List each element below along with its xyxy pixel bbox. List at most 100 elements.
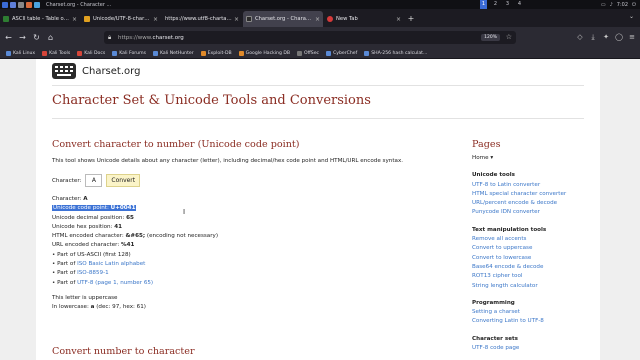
zoom-level-button[interactable]: 120% xyxy=(481,34,500,41)
close-tab-icon[interactable]: × xyxy=(396,16,401,23)
sidebar-link[interactable]: Remove all accents xyxy=(472,236,526,242)
os-panel: Charset.org - Character ... 1 2 3 4 ▭ ♪ … xyxy=(0,0,640,9)
bookmark-kali-tools[interactable]: Kali Tools xyxy=(42,50,71,56)
value: A xyxy=(83,196,88,202)
account-icon[interactable]: ◯ xyxy=(615,33,623,41)
url-bar[interactable]: 🔒︎ https://www. charset.org 120% ☆ xyxy=(104,31,516,44)
list-all-tabs-icon[interactable]: ⌄ xyxy=(629,13,634,20)
firefox-icon[interactable] xyxy=(26,1,32,8)
bookmark-kali-nethunter[interactable]: Kali NetHunter xyxy=(152,50,194,56)
tab-ascii-table[interactable]: ASCII table - Table of AS × xyxy=(0,11,80,27)
result-decimal: Unicode decimal position: 65 xyxy=(52,214,452,223)
back-icon[interactable]: ← xyxy=(4,33,13,42)
sidebar-link[interactable]: Punycode IDN converter xyxy=(472,209,540,215)
bookmark-kali-linux[interactable]: Kali Linux xyxy=(6,50,36,56)
workspace-3[interactable]: 3 xyxy=(504,0,511,9)
value: &#65; xyxy=(125,233,146,240)
bookmark-label: Kali Docs xyxy=(84,50,106,56)
sidebar-link[interactable]: HTML special character converter xyxy=(472,191,566,197)
kali-menu-icon[interactable] xyxy=(2,1,8,8)
workspace-4[interactable]: 4 xyxy=(516,0,523,9)
tab-charset-active[interactable]: Charset.org - Character S × xyxy=(243,11,323,27)
close-tab-icon[interactable]: × xyxy=(234,16,239,23)
sidebar-link[interactable]: UTF-8 code page xyxy=(472,345,519,351)
sidebar-link[interactable]: Base64 encode & decode xyxy=(472,264,543,270)
workspace-2[interactable]: 2 xyxy=(492,0,499,9)
site-logo[interactable]: Charset.org xyxy=(52,63,140,79)
sidebar-link[interactable]: Setting a charset xyxy=(472,309,520,315)
bookmark-offsec[interactable]: OffSec xyxy=(297,50,319,56)
pocket-icon[interactable]: ◇ xyxy=(576,33,584,41)
url-prefix: https://www. xyxy=(118,34,153,41)
part-of-utf8: • Part of UTF-8 (page 1, number 65) xyxy=(52,279,154,286)
web-page: Charset.org Character Set & Unicode Tool… xyxy=(0,59,640,360)
sidebar-link[interactable]: Convert to uppercase xyxy=(472,245,532,251)
label: Part of xyxy=(57,279,76,286)
tab-utf8-chartable[interactable]: https://www.utf8-chartable × xyxy=(162,11,242,27)
sidebar-link[interactable]: ROT13 cipher tool xyxy=(472,273,522,279)
favicon-icon xyxy=(3,16,9,22)
link-iso-8859-1[interactable]: ISO-8859-1 xyxy=(77,270,109,276)
sidebar-link[interactable]: Converting Latin to UTF-8 xyxy=(472,318,544,324)
link-utf8-page[interactable]: UTF-8 (page 1, number 65) xyxy=(77,280,153,286)
forward-icon[interactable]: → xyxy=(18,33,27,42)
favicon-icon xyxy=(327,16,333,22)
power-icon[interactable]: ⏻ xyxy=(632,2,636,8)
sidebar-link[interactable]: UTF-8 to Latin converter xyxy=(472,182,540,188)
convert-button[interactable]: Convert xyxy=(106,174,141,187)
part-of-basic-latin: • Part of ISO Basic Latin alphabet xyxy=(52,261,146,268)
terminal-icon[interactable] xyxy=(18,1,24,8)
bookmarks-toolbar: Kali Linux Kali Tools Kali Docs Kali For… xyxy=(0,48,640,59)
volume-icon[interactable]: ♪ xyxy=(610,2,613,8)
sidebar-link[interactable]: String length calculator xyxy=(472,283,538,289)
menu-icon[interactable]: ≡ xyxy=(628,33,636,41)
sidebar-link[interactable]: Convert to lowercase xyxy=(472,255,531,261)
reload-icon[interactable]: ↻ xyxy=(32,33,41,42)
close-tab-icon[interactable]: × xyxy=(315,16,320,23)
bookmark-exploit-db[interactable]: Exploit-DB xyxy=(200,50,232,56)
main-content: Convert character to number (Unicode cod… xyxy=(52,139,452,313)
case-note: This letter is uppercase xyxy=(52,294,118,301)
lock-icon[interactable]: 🔒︎ xyxy=(108,34,115,42)
bookmark-label: Kali Linux xyxy=(13,50,36,56)
kali-icon xyxy=(152,50,158,56)
workspace-1[interactable]: 1 xyxy=(480,0,487,9)
tab-new-tab[interactable]: New Tab × xyxy=(324,11,404,27)
sidebar-home-dropdown[interactable]: Home ▾ xyxy=(472,154,592,163)
tab-label: Charset.org - Character S xyxy=(255,16,313,22)
character-input[interactable]: A xyxy=(85,174,103,187)
label: In lowercase: xyxy=(52,304,89,311)
sidebar-link[interactable]: URL/percent encode & decode xyxy=(472,200,557,206)
label: Home xyxy=(472,155,489,161)
clock[interactable]: 7:02 xyxy=(617,2,628,8)
files-icon[interactable] xyxy=(34,1,40,8)
part-of-us-ascii: • Part of US-ASCII (first 128) xyxy=(52,251,131,258)
close-tab-icon[interactable]: × xyxy=(153,16,158,23)
extensions-icon[interactable]: ✦ xyxy=(602,33,610,41)
active-window-title: Charset.org - Character ... xyxy=(46,1,112,8)
new-tab-plus-icon[interactable]: + xyxy=(405,11,417,27)
bookmark-sha256[interactable]: SHA-256 hash calculat... xyxy=(364,50,427,56)
kali-icon xyxy=(42,50,48,56)
bookmark-star-icon[interactable]: ☆ xyxy=(506,33,512,41)
bookmark-google-hacking-db[interactable]: Google Hacking DB xyxy=(238,50,290,56)
bookmark-cyberchef[interactable]: CyberChef xyxy=(326,50,357,56)
monitor-icon[interactable]: ▭ xyxy=(601,2,606,8)
tab-unicode-utf8[interactable]: Unicode/UTF-8-characte × xyxy=(81,11,161,27)
favicon-icon xyxy=(84,16,90,22)
desktop-icon[interactable] xyxy=(10,1,16,8)
home-icon[interactable]: ⌂ xyxy=(46,33,55,42)
toolbar-right: ◇ ⤓ ✦ ◯ ≡ xyxy=(576,33,636,41)
downloads-icon[interactable]: ⤓ xyxy=(589,33,597,41)
detail: (dec: 97, hex: 61) xyxy=(96,304,146,311)
result-hex: Unicode hex position: 41 xyxy=(52,223,452,232)
close-tab-icon[interactable]: × xyxy=(72,16,77,23)
bookmark-label: Kali Tools xyxy=(49,50,71,56)
link-iso-basic-latin[interactable]: ISO Basic Latin alphabet xyxy=(77,261,145,267)
bookmark-kali-forums[interactable]: Kali Forums xyxy=(112,50,146,56)
sidebar-heading: Pages xyxy=(472,139,501,150)
result-code-point[interactable]: Unicode code point: U+0041 xyxy=(52,204,452,213)
value: %41 xyxy=(121,242,135,249)
kali-icon xyxy=(77,50,83,56)
bookmark-kali-docs[interactable]: Kali Docs xyxy=(77,50,106,56)
